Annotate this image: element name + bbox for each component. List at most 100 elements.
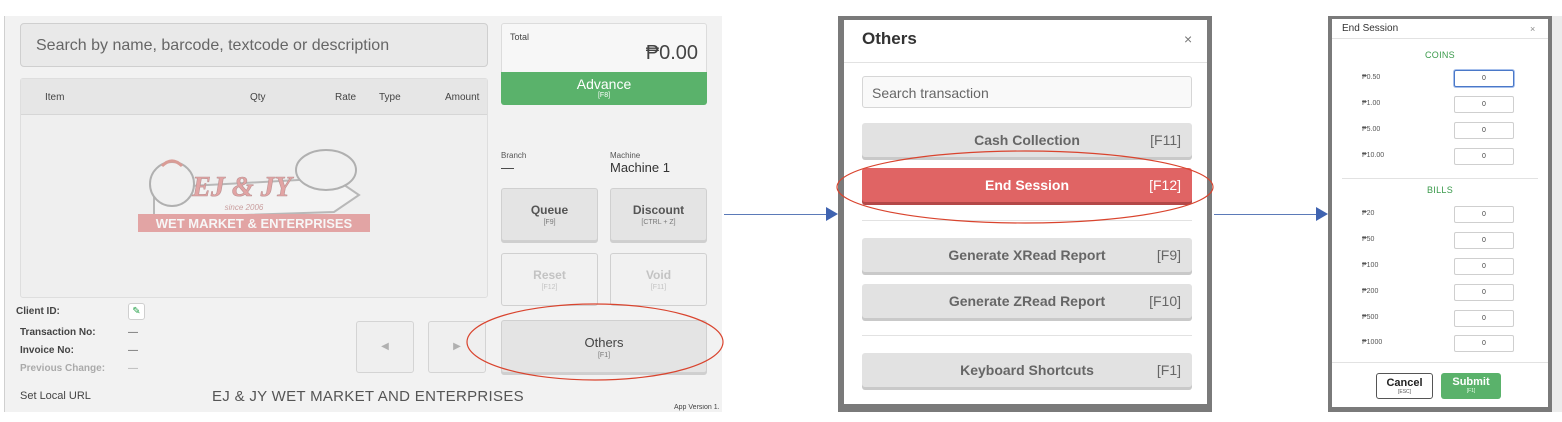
cash-collection-label: Cash Collection bbox=[974, 132, 1080, 148]
column-item: Item bbox=[45, 92, 65, 103]
bill-count-input[interactable]: 0 bbox=[1454, 335, 1514, 352]
arrow-head-icon bbox=[1316, 207, 1328, 221]
flow-arrow-2 bbox=[1214, 214, 1318, 215]
caret-right-icon: ▶ bbox=[453, 341, 461, 352]
submit-button[interactable]: Submit [F1] bbox=[1441, 373, 1501, 399]
total-box: Total ₱0.00 bbox=[501, 23, 707, 73]
generate-zread-label: Generate ZRead Report bbox=[948, 293, 1106, 309]
advance-label: Advance bbox=[576, 76, 632, 92]
advance-button[interactable]: Advance [F8] bbox=[501, 72, 707, 105]
company-logo: EJ & JY since 2006 WET MARKET & ENTERPRI… bbox=[134, 140, 374, 240]
branch-label: Branch bbox=[501, 151, 527, 160]
edit-client-button[interactable]: ✎ bbox=[128, 303, 145, 320]
svg-text:EJ & JY: EJ & JY bbox=[191, 172, 294, 203]
queue-button[interactable]: Queue [F9] bbox=[501, 188, 598, 241]
reset-button[interactable]: Reset [F12] bbox=[501, 253, 598, 306]
cancel-shortcut: [ESC] bbox=[1397, 389, 1412, 395]
advance-shortcut: [F8] bbox=[597, 92, 611, 99]
generate-xread-button[interactable]: Generate XRead Report [F9] bbox=[862, 238, 1192, 272]
bill-count-input[interactable]: 0 bbox=[1454, 310, 1514, 327]
invoice-no-label: Invoice No: bbox=[20, 345, 74, 356]
client-id-label: Client ID: bbox=[16, 306, 60, 317]
cancel-button[interactable]: Cancel [ESC] bbox=[1376, 373, 1433, 399]
set-local-url-link[interactable]: Set Local URL bbox=[20, 390, 91, 402]
bill-count-input[interactable]: 0 bbox=[1454, 206, 1514, 223]
discount-shortcut: [CTRL + Z] bbox=[641, 219, 676, 226]
total-label: Total bbox=[510, 32, 530, 42]
bill-label: ₱100 bbox=[1362, 262, 1379, 269]
coin-label: ₱1.00 bbox=[1362, 100, 1381, 107]
void-button[interactable]: Void [F11] bbox=[610, 253, 707, 306]
close-icon[interactable]: × bbox=[1184, 31, 1192, 47]
coin-label: ₱5.00 bbox=[1362, 126, 1381, 133]
transaction-no-row: Transaction No: — bbox=[20, 327, 138, 338]
divider bbox=[1332, 362, 1548, 363]
coin-count-input[interactable]: 0 bbox=[1454, 96, 1514, 113]
keyboard-shortcuts-label: Keyboard Shortcuts bbox=[960, 362, 1094, 378]
product-search-input[interactable]: Search by name, barcode, textcode or des… bbox=[20, 23, 488, 67]
total-value: ₱0.00 bbox=[645, 42, 698, 64]
generate-xread-shortcut: [F9] bbox=[1156, 247, 1181, 263]
coins-heading: COINS bbox=[1424, 50, 1455, 60]
column-amount: Amount bbox=[445, 92, 480, 103]
cancel-label: Cancel bbox=[1386, 377, 1423, 389]
previous-change-value: — bbox=[128, 363, 138, 374]
bill-count-input[interactable]: 0 bbox=[1454, 258, 1514, 275]
bill-label: ₱200 bbox=[1362, 288, 1379, 295]
transaction-no-label: Transaction No: bbox=[20, 327, 96, 338]
bill-label: ₱50 bbox=[1362, 236, 1375, 243]
column-qty: Qty bbox=[250, 92, 266, 103]
bill-label: ₱500 bbox=[1362, 314, 1379, 321]
void-shortcut: [F11] bbox=[650, 284, 667, 291]
item-table-header: Item Qty Rate Type Amount bbox=[21, 79, 487, 115]
branch-value: — bbox=[501, 160, 514, 175]
others-highlight-annotation bbox=[466, 303, 724, 381]
machine-label: Machine bbox=[610, 151, 641, 160]
generate-zread-shortcut: [F10] bbox=[1149, 293, 1181, 309]
divider bbox=[1332, 38, 1548, 39]
company-name: EJ & JY WET MARKET AND ENTERPRISES bbox=[212, 388, 524, 405]
submit-shortcut: [F1] bbox=[1466, 388, 1476, 394]
coin-count-input[interactable]: 0 bbox=[1454, 122, 1514, 139]
cash-collection-shortcut: [F11] bbox=[1150, 132, 1181, 148]
flow-arrow-1 bbox=[724, 214, 828, 215]
keyboard-shortcuts-shortcut: [F1] bbox=[1156, 362, 1181, 378]
coin-label: ₱10.00 bbox=[1362, 152, 1385, 159]
svg-text:WET MARKET & ENTERPRISES: WET MARKET & ENTERPRISES bbox=[156, 216, 353, 231]
bill-label: ₱20 bbox=[1362, 210, 1375, 217]
queue-label: Queue bbox=[530, 203, 569, 217]
transaction-search-input[interactable]: Search transaction bbox=[862, 76, 1192, 108]
invoice-no-row: Invoice No: — bbox=[20, 345, 138, 356]
close-icon[interactable]: × bbox=[1530, 24, 1535, 34]
reset-shortcut: [F12] bbox=[541, 284, 558, 291]
bill-label: ₱1000 bbox=[1362, 339, 1383, 346]
submit-label: Submit bbox=[1452, 376, 1490, 388]
discount-button[interactable]: Discount [CTRL + Z] bbox=[610, 188, 707, 241]
end-session-title: End Session bbox=[1342, 23, 1399, 34]
generate-zread-button[interactable]: Generate ZRead Report [F10] bbox=[862, 284, 1192, 318]
transaction-no-value: — bbox=[128, 327, 138, 338]
coin-label: ₱0.50 bbox=[1362, 74, 1381, 81]
column-rate: Rate bbox=[335, 92, 357, 103]
app-version: App Version 1. bbox=[674, 404, 720, 411]
svg-text:since 2006: since 2006 bbox=[225, 203, 264, 212]
pencil-icon: ✎ bbox=[132, 306, 141, 317]
machine-value: Machine 1 bbox=[610, 160, 670, 175]
reset-label: Reset bbox=[533, 268, 566, 282]
column-type: Type bbox=[379, 92, 401, 103]
queue-shortcut: [F9] bbox=[543, 219, 556, 226]
others-modal-title: Others bbox=[862, 29, 917, 48]
bill-count-input[interactable]: 0 bbox=[1454, 284, 1514, 301]
caret-left-icon: ◀ bbox=[381, 341, 389, 352]
keyboard-shortcuts-button[interactable]: Keyboard Shortcuts [F1] bbox=[862, 353, 1192, 387]
divider bbox=[1342, 178, 1538, 179]
bill-count-input[interactable]: 0 bbox=[1454, 232, 1514, 249]
invoice-no-value: — bbox=[128, 345, 138, 356]
coin-count-input[interactable]: 0 bbox=[1454, 148, 1514, 165]
end-session-highlight-annotation bbox=[836, 150, 1214, 224]
coin-count-input[interactable]: 0 bbox=[1454, 70, 1514, 87]
generate-xread-label: Generate XRead Report bbox=[948, 247, 1106, 263]
previous-change-label: Previous Change: bbox=[20, 363, 106, 374]
previous-button[interactable]: ◀ bbox=[356, 321, 414, 373]
previous-change-row: Previous Change: — bbox=[20, 363, 138, 374]
